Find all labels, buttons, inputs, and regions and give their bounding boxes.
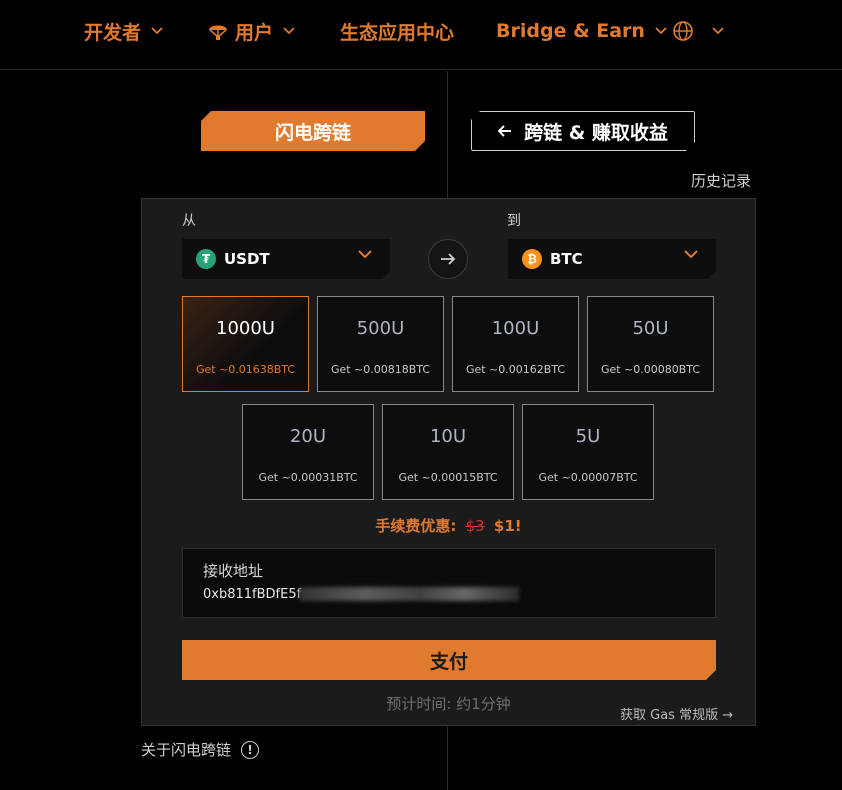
pay-button[interactable]: 支付 [182,640,716,680]
amount-value: 10U [429,426,467,447]
amount-card-20[interactable]: 20U Get ~0.00031BTC [242,404,374,500]
receive-address-field[interactable]: 接收地址 0xb811fBDfE5f [182,548,716,618]
chevron-down-icon [684,250,698,259]
to-token-select[interactable]: ₿ BTC [508,239,716,279]
amount-get: Get ~0.00031BTC [258,471,358,484]
amount-card-500[interactable]: 500U Get ~0.00818BTC [317,296,444,392]
swap-direction-button[interactable] [428,239,468,279]
info-icon: ! [241,740,260,759]
tab-flash-bridge[interactable]: 闪电跨链 [201,111,425,151]
about-flash-bridge[interactable]: 关于闪电跨链 ! [141,739,260,760]
parachute-icon [209,25,227,40]
nav-bridge-earn[interactable]: Bridge & Earn [496,18,667,44]
top-navbar: 开发者 用户 生态应用中心 Bridge & Earn [0,0,842,70]
tab-flash-bridge-label: 闪电跨链 [274,121,351,144]
bridge-panel: 从 到 ₮ USDT ₿ BTC 1000U Get ~0.01638BTC 5… [141,198,756,726]
amount-get: Get ~0.00080BTC [600,363,701,376]
chevron-down-icon [283,27,295,35]
address-redaction [299,587,519,601]
from-label: 从 [182,213,196,229]
pay-button-label: 支付 [429,650,468,673]
nav-language[interactable] [672,18,724,44]
arrow-right-icon [441,253,456,265]
to-token-symbol: BTC [550,250,583,268]
nav-ecosystem[interactable]: 生态应用中心 [340,18,454,44]
amount-card-5[interactable]: 5U Get ~0.00007BTC [522,404,654,500]
amount-card-50[interactable]: 50U Get ~0.00080BTC [587,296,714,392]
nav-users-label: 用户 [235,21,274,44]
amount-value: 100U [491,318,540,339]
fee-old-price: $3 [465,517,485,535]
nav-users[interactable]: 用户 [207,18,295,44]
btc-icon: ₿ [522,249,542,269]
amount-get: Get ~0.00162BTC [465,363,566,376]
chevron-down-icon [358,250,372,259]
amount-get: Get ~0.00007BTC [538,471,638,484]
amount-get: Get ~0.00818BTC [330,363,431,376]
amount-value: 50U [632,318,669,339]
get-gas-link[interactable]: 获取 Gas 常规版 → [620,704,733,723]
amount-card-10[interactable]: 10U Get ~0.00015BTC [382,404,514,500]
amount-value: 500U [356,318,405,339]
amount-get: Get ~0.00015BTC [398,471,498,484]
nav-bridge-earn-label: Bridge & Earn [496,20,645,42]
history-link[interactable]: 历史记录 [691,170,751,191]
about-label: 关于闪电跨链 [141,741,232,759]
globe-icon [673,21,693,41]
nav-developers-label: 开发者 [84,21,142,44]
nav-developers[interactable]: 开发者 [84,18,163,44]
amount-card-100[interactable]: 100U Get ~0.00162BTC [452,296,579,392]
receive-address-value[interactable]: 0xb811fBDfE5f [203,587,301,602]
fee-label: 手续费优惠: [375,517,457,535]
nav-ecosystem-label: 生态应用中心 [340,21,455,44]
fee-new-price: $1! [493,517,522,535]
from-token-symbol: USDT [224,250,270,268]
from-token-select[interactable]: ₮ USDT [182,239,390,279]
usdt-icon: ₮ [196,249,216,269]
tab-bridge-earn-label: 跨链 & 赚取收益 [524,121,668,144]
chevron-down-icon [655,27,667,35]
amount-value: 5U [575,426,601,447]
fee-discount: 手续费优惠: $3 $1! [142,515,755,536]
amount-get: Get ~0.01638BTC [195,363,296,376]
tab-bridge-earn[interactable]: 跨链 & 赚取收益 [471,111,695,151]
amount-card-1000[interactable]: 1000U Get ~0.01638BTC [182,296,309,392]
amount-value: 20U [289,426,327,447]
arrow-left-icon [498,125,512,137]
amount-value: 1000U [216,318,275,339]
chevron-down-icon [712,27,724,35]
receive-address-label: 接收地址 [203,562,264,580]
to-label: 到 [507,213,521,229]
chevron-down-icon [151,27,163,35]
